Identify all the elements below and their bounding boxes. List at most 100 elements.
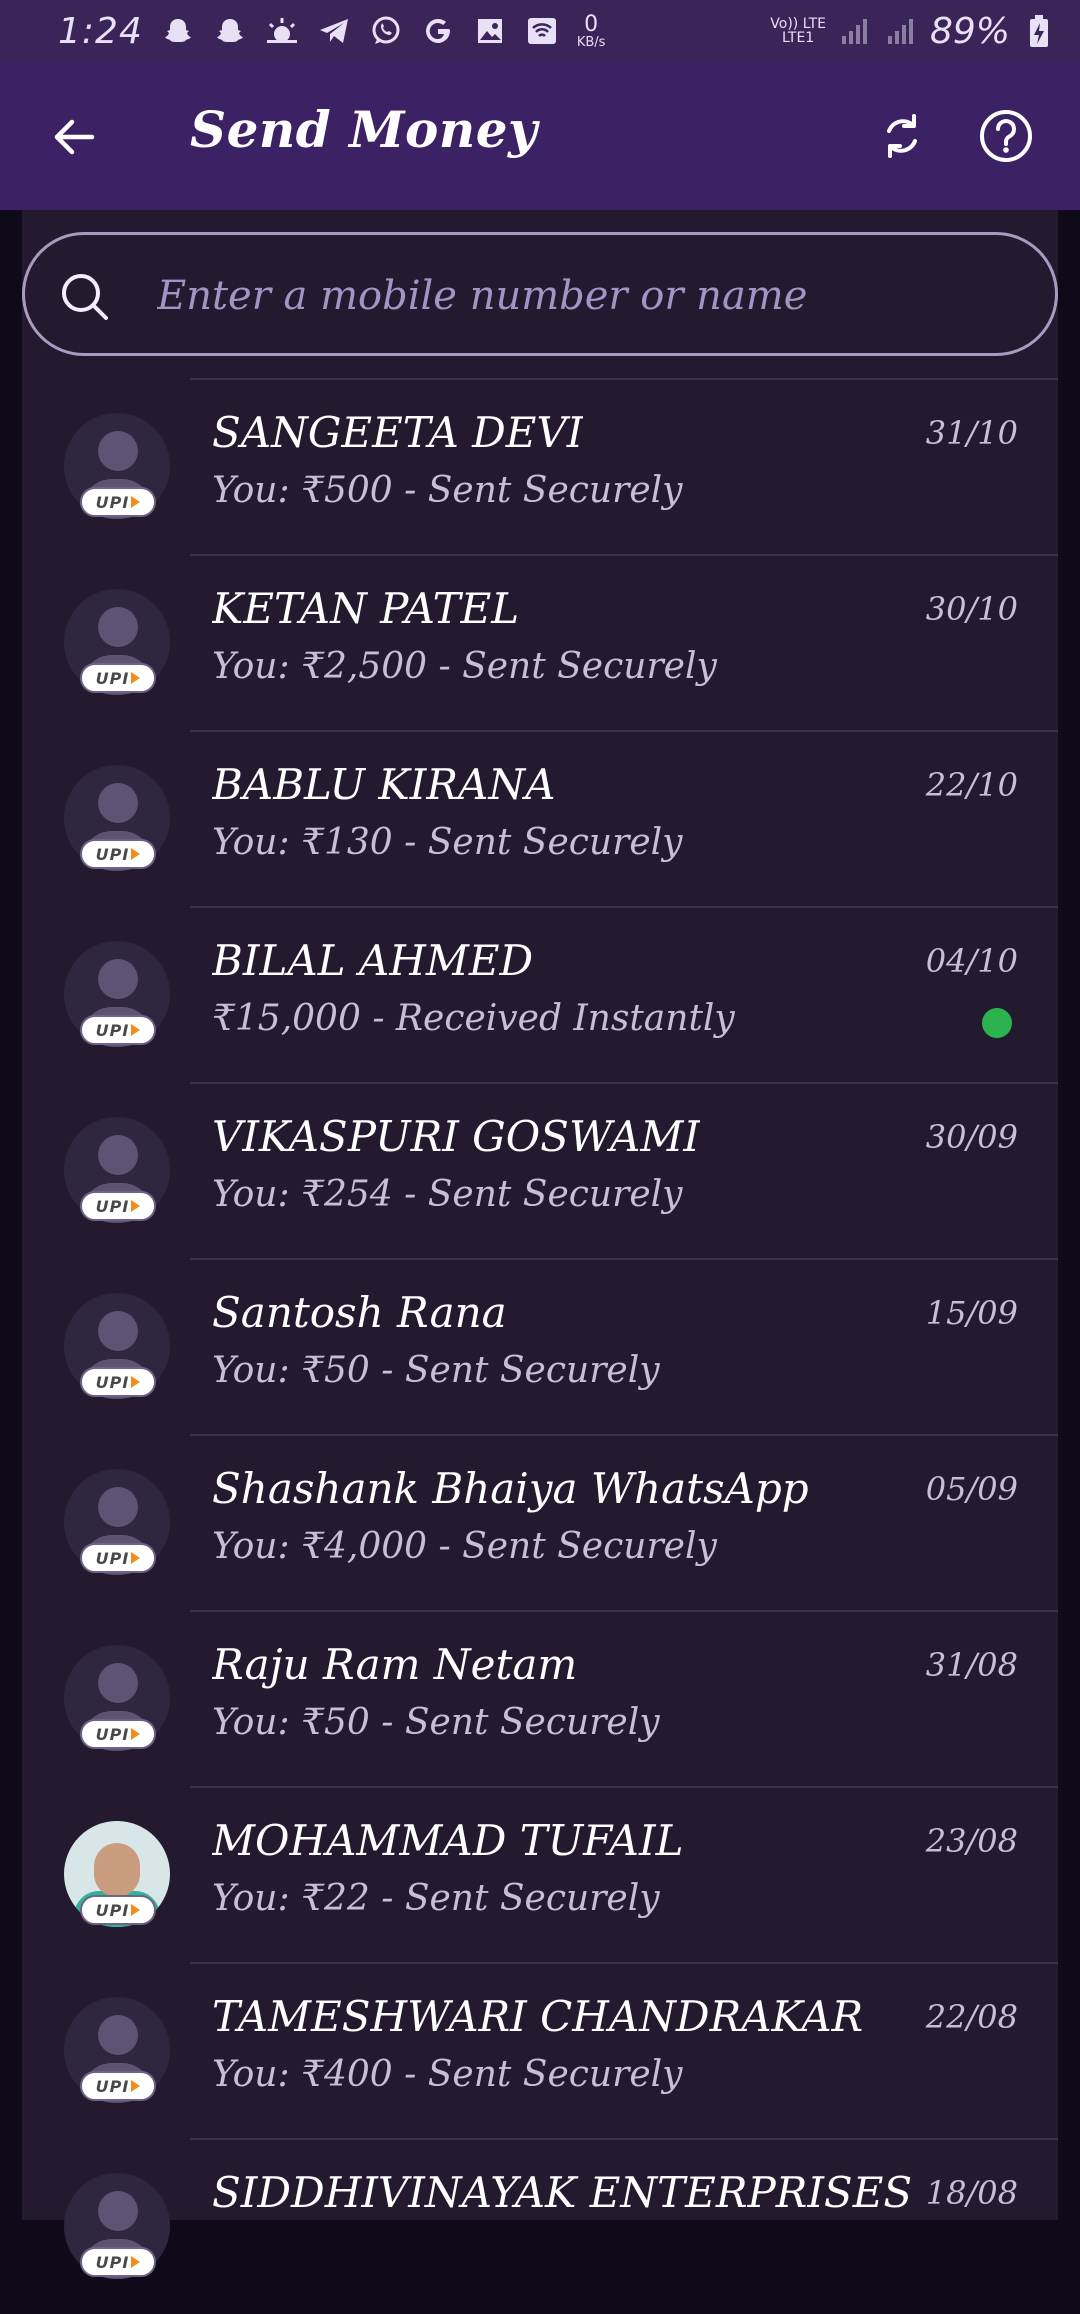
upi-arrow-icon <box>131 1552 141 1564</box>
upi-badge: UPI <box>80 1015 156 1045</box>
wifi-icon <box>525 14 559 48</box>
search-icon <box>62 274 108 320</box>
contact-avatar: UPI <box>64 941 170 1047</box>
transaction-date: 22/08 <box>925 1998 1018 2036</box>
upi-arrow-icon <box>131 2080 141 2092</box>
contact-row[interactable]: UPI VIKASPURI GOSWAMI You: ₹254 - Sent Sec… <box>22 1082 1058 1258</box>
transaction-date: 30/09 <box>925 1118 1018 1156</box>
upi-badge: UPI <box>80 2071 156 2101</box>
row-divider <box>190 1258 1058 1260</box>
transaction-date: 23/08 <box>925 1822 1018 1860</box>
upi-badge-label: UPI <box>95 1196 130 1216</box>
transaction-summary: You: ₹400 - Sent Securely <box>212 2054 683 2095</box>
contact-name: BABLU KIRANA <box>212 760 556 809</box>
weather-icon <box>265 14 299 48</box>
google-icon <box>421 14 455 48</box>
signal-icon <box>838 14 872 48</box>
data-speed-unit: KB/s <box>576 34 606 50</box>
search-input[interactable] <box>155 257 1019 335</box>
row-divider <box>190 1962 1058 1964</box>
contact-avatar: UPI <box>64 765 170 871</box>
upi-arrow-icon <box>131 2256 141 2268</box>
row-divider <box>190 730 1058 732</box>
back-button[interactable] <box>44 107 104 167</box>
contact-row[interactable]: UPI KETAN PATEL You: ₹2,500 - Sent Securel… <box>22 554 1058 730</box>
upi-arrow-icon <box>131 1728 141 1740</box>
help-button[interactable] <box>974 104 1038 168</box>
refresh-icon <box>887 114 917 158</box>
contact-name: MOHAMMAD TUFAIL <box>212 1816 684 1865</box>
status-time: 1:24 <box>58 10 143 52</box>
row-divider <box>190 2138 1058 2140</box>
contact-row[interactable]: UPI Santosh Rana You: ₹50 - Sent Securely 1… <box>22 1258 1058 1434</box>
contact-avatar: UPI <box>64 1117 170 1223</box>
status-bar-right: Vo)) LTE LTE1 89% <box>770 11 1056 52</box>
upi-badge-label: UPI <box>95 668 130 688</box>
contact-row[interactable]: UPI Raju Ram Netam You: ₹50 - Sent Securel… <box>22 1610 1058 1786</box>
upi-badge-label: UPI <box>95 492 130 512</box>
transaction-summary: You: ₹254 - Sent Securely <box>212 1174 683 1215</box>
row-divider <box>190 378 1058 380</box>
upi-badge-label: UPI <box>95 1548 130 1568</box>
upi-badge-label: UPI <box>95 1900 130 1920</box>
transaction-summary: You: ₹50 - Sent Securely <box>212 1350 660 1391</box>
contact-row[interactable]: UPI SANGEETA DEVI You: ₹500 - Sent Securel… <box>22 378 1058 554</box>
upi-badge-label: UPI <box>95 2076 130 2096</box>
transaction-date: 05/09 <box>925 1470 1018 1508</box>
search-bar[interactable] <box>22 232 1058 356</box>
transaction-summary: You: ₹130 - Sent Securely <box>212 822 683 863</box>
status-bar-left: 1:24 0 KB/s <box>58 11 605 52</box>
telegram-icon <box>317 14 351 48</box>
transaction-date: 15/09 <box>925 1294 1018 1332</box>
contacts-panel: UPI SANGEETA DEVI You: ₹500 - Sent Securel… <box>22 210 1058 2279</box>
upi-badge-label: UPI <box>95 2252 130 2272</box>
contact-name: VIKASPURI GOSWAMI <box>212 1112 700 1161</box>
contact-name: Shashank Bhaiya WhatsApp <box>212 1464 809 1513</box>
contact-avatar: UPI <box>64 1821 170 1927</box>
transaction-summary: ₹15,000 - Received Instantly <box>212 998 735 1039</box>
transaction-date: 31/08 <box>925 1646 1018 1684</box>
transaction-date: 18/08 <box>925 2174 1018 2212</box>
upi-arrow-icon <box>131 848 141 860</box>
contact-avatar: UPI <box>64 1645 170 1751</box>
upi-badge: UPI <box>80 487 156 517</box>
contact-name: TAMESHWARI CHANDRAKAR <box>212 1992 864 2041</box>
upi-badge: UPI <box>80 1543 156 1573</box>
contact-row[interactable]: UPI BABLU KIRANA You: ₹130 - Sent Securely… <box>22 730 1058 906</box>
transaction-date: 04/10 <box>925 942 1018 980</box>
signal-icon-2 <box>884 14 918 48</box>
unread-indicator <box>982 1008 1012 1038</box>
contact-name: SIDDHIVINAYAK ENTERPRISES <box>212 2168 912 2217</box>
contact-row[interactable]: UPI MOHAMMAD TUFAIL You: ₹22 - Sent Secure… <box>22 1786 1058 1962</box>
contact-row[interactable]: UPI BILAL AHMED ₹15,000 - Received Instant… <box>22 906 1058 1082</box>
row-divider <box>190 1082 1058 1084</box>
transaction-summary: You: ₹4,000 - Sent Securely <box>212 1526 717 1567</box>
help-icon <box>980 110 1032 162</box>
snapchat-icon-2 <box>213 14 247 48</box>
refresh-button[interactable] <box>870 104 934 168</box>
row-divider <box>190 1786 1058 1788</box>
app-bar: Send Money <box>0 62 1080 210</box>
transaction-date: 22/10 <box>925 766 1018 804</box>
contact-row[interactable]: UPI Shashank Bhaiya WhatsApp You: ₹4,000 -… <box>22 1434 1058 1610</box>
whatsapp-icon <box>369 14 403 48</box>
contact-row[interactable]: UPI SIDDHIVINAYAK ENTERPRISES 18/08 <box>22 2138 1058 2314</box>
transaction-date: 30/10 <box>925 590 1018 628</box>
data-speed: 0 KB/s <box>576 13 606 50</box>
network-type: Vo)) LTE LTE1 <box>770 17 826 45</box>
upi-badge: UPI <box>80 663 156 693</box>
gallery-icon <box>473 14 507 48</box>
transaction-summary: You: ₹500 - Sent Securely <box>212 470 683 511</box>
contact-row[interactable]: UPI TAMESHWARI CHANDRAKAR You: ₹400 - Sent… <box>22 1962 1058 2138</box>
contact-name: SANGEETA DEVI <box>212 408 584 457</box>
upi-badge-label: UPI <box>95 1020 130 1040</box>
upi-badge: UPI <box>80 839 156 869</box>
upi-badge: UPI <box>80 1895 156 1925</box>
upi-arrow-icon <box>131 1024 141 1036</box>
transaction-summary: You: ₹2,500 - Sent Securely <box>212 646 717 687</box>
row-divider <box>190 1610 1058 1612</box>
contact-avatar: UPI <box>64 1997 170 2103</box>
contact-name: BILAL AHMED <box>212 936 534 985</box>
upi-badge: UPI <box>80 1367 156 1397</box>
recent-contacts-list: UPI SANGEETA DEVI You: ₹500 - Sent Securel… <box>22 378 1058 2314</box>
